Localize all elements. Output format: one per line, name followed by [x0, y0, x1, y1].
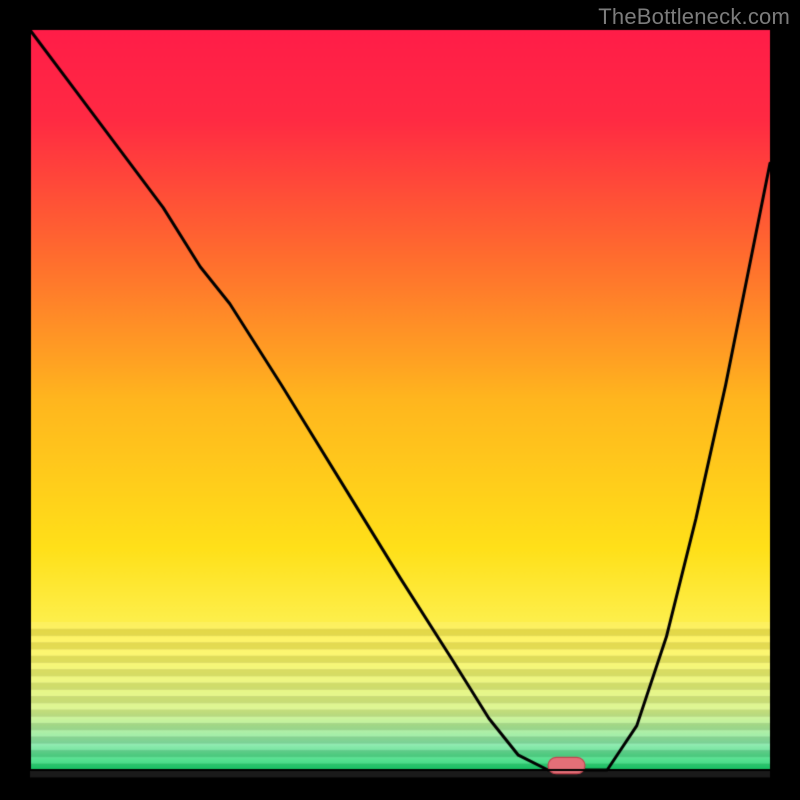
watermark-text: TheBottleneck.com [598, 4, 790, 30]
bottleneck-chart-canvas [0, 0, 800, 800]
chart-container: TheBottleneck.com [0, 0, 800, 800]
